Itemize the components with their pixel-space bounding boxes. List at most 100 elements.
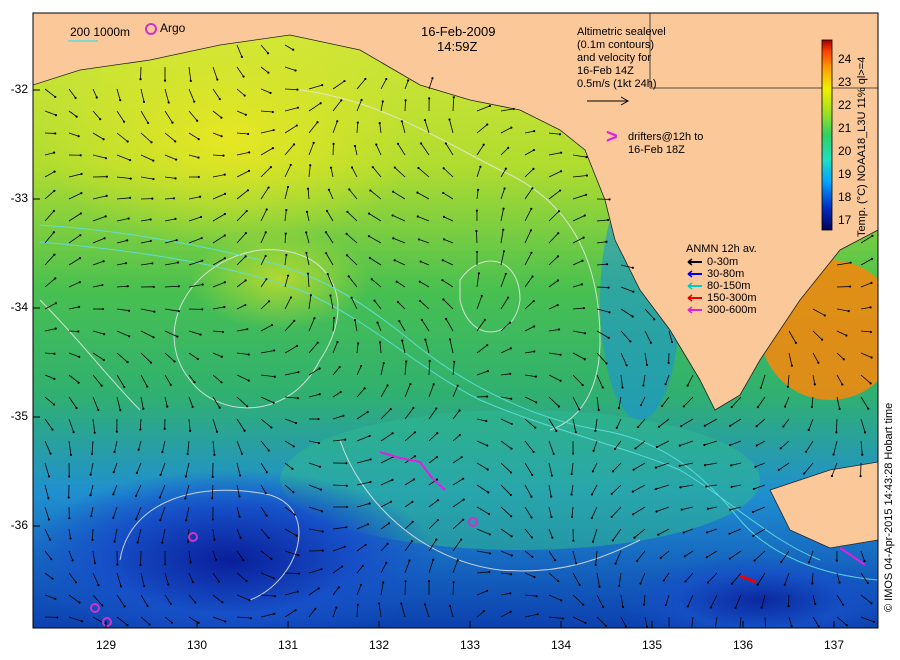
velocity-arrow-head	[605, 362, 608, 365]
velocity-arrow-head	[336, 120, 339, 123]
velocity-arrow-head	[756, 583, 759, 586]
velocity-arrow-head	[102, 260, 105, 263]
velocity-arrow-head	[348, 188, 351, 191]
velocity-arrow-head	[78, 281, 81, 284]
velocity-arrow-head	[530, 207, 533, 210]
velocity-arrow-head	[532, 325, 536, 328]
velocity-arrow-head	[382, 581, 385, 584]
velocity-arrow-head	[317, 441, 321, 445]
velocity-arrow-head	[273, 349, 276, 352]
velocity-arrow-head	[89, 473, 92, 476]
lon-tick: 131	[277, 638, 299, 652]
velocity-arrow-head	[533, 575, 536, 579]
velocity-arrow-head	[126, 239, 129, 242]
velocity-arrow-head	[345, 505, 349, 509]
velocity-arrow-head	[243, 429, 246, 432]
velocity-arrow-head	[333, 316, 336, 320]
velocity-arrow-head	[378, 122, 381, 125]
velocity-arrow-head	[186, 540, 190, 543]
velocity-arrow-head	[67, 496, 70, 499]
anmn-legend-item: 300-600m	[686, 304, 757, 316]
velocity-arrow-head	[635, 559, 639, 563]
velocity-arrow-head	[93, 431, 96, 434]
velocity-arrow-head	[729, 424, 732, 427]
velocity-arrow-head	[814, 602, 817, 606]
velocity-arrow-head	[321, 83, 324, 87]
velocity-arrow-head	[267, 449, 270, 452]
velocity-arrow-head	[193, 381, 196, 384]
velocity-arrow-head	[779, 447, 782, 450]
velocity-arrow-head	[488, 570, 491, 574]
velocity-arrow-head	[417, 166, 420, 170]
velocity-arrow-head	[508, 321, 512, 324]
velocity-arrow-head	[102, 358, 105, 362]
velocity-arrow-head	[582, 603, 585, 606]
velocity-arrow-head	[319, 102, 322, 105]
velocity-arrow-head	[482, 143, 485, 146]
velocity-arrow-head	[531, 275, 534, 278]
velocity-arrow-head	[393, 166, 396, 169]
velocity-arrow-head	[242, 559, 245, 562]
drifters-line: 16-Feb 18Z	[628, 144, 685, 156]
lon-tick: 135	[641, 638, 663, 652]
velocity-arrow-head	[645, 363, 649, 366]
anmn-legend-item: 150-300m	[686, 292, 757, 304]
velocity-arrow-head	[631, 315, 634, 318]
velocity-arrow-head	[848, 285, 852, 288]
velocity-arrow-head	[48, 538, 52, 541]
velocity-arrow-head	[423, 603, 427, 606]
velocity-arrow-head	[294, 421, 298, 425]
velocity-arrow-head	[309, 164, 312, 167]
velocity-arrow-head	[248, 599, 251, 602]
velocity-arrow-head	[753, 559, 756, 562]
velocity-arrow-head	[170, 621, 174, 624]
velocity-arrow-head	[105, 175, 108, 178]
velocity-arrow-head	[223, 281, 226, 284]
velocity-arrow-head	[224, 620, 227, 623]
velocity-arrow-head	[706, 581, 710, 584]
velocity-arrow-head	[313, 317, 316, 320]
velocity-arrow-head	[326, 272, 329, 276]
velocity-arrow-head	[375, 143, 378, 146]
velocity-arrow-head	[532, 300, 535, 303]
velocity-arrow-head	[556, 279, 560, 282]
velocity-arrow-head	[329, 294, 332, 297]
velocity-arrow-head	[639, 582, 642, 585]
velocity-arrow-head	[80, 192, 83, 195]
velocity-arrow-head	[585, 193, 588, 196]
altimetry-line: 16-Feb 14Z	[577, 65, 634, 77]
velocity-arrow-head	[378, 341, 382, 344]
velocity-arrow-head	[171, 121, 174, 124]
velocity-arrow-head	[53, 189, 56, 192]
velocity-arrow-head	[102, 138, 105, 141]
velocity-arrow-head	[703, 464, 707, 467]
velocity-arrow-head	[739, 629, 741, 631]
anmn-legend-label: 300-600m	[707, 304, 757, 316]
velocity-arrow-head	[325, 252, 328, 255]
velocity-arrow-head	[817, 361, 820, 364]
velocity-arrow-head	[444, 317, 448, 320]
velocity-arrow-head	[158, 496, 161, 499]
velocity-arrow-head	[570, 515, 574, 519]
velocity-arrow-head	[296, 344, 299, 348]
velocity-arrow-head	[134, 494, 138, 498]
velocity-arrow-head	[128, 196, 132, 199]
velocity-arrow-head	[706, 507, 710, 510]
velocity-arrow-head	[357, 342, 360, 345]
velocity-arrow-head	[267, 300, 271, 303]
velocity-arrow-head	[100, 384, 103, 387]
velocity-arrow-head	[166, 405, 169, 408]
velocity-arrow-head	[152, 159, 155, 162]
velocity-arrow-head	[509, 347, 512, 350]
velocity-arrow-head	[594, 563, 597, 566]
velocity-arrow-head	[734, 606, 737, 609]
velocity-arrow-head	[531, 555, 534, 558]
velocity-arrow-head	[197, 156, 200, 159]
velocity-arrow-head	[247, 353, 250, 356]
velocity-arrow-head	[452, 96, 455, 99]
velocity-arrow-head	[244, 255, 247, 258]
velocity-arrow-head	[338, 365, 341, 369]
velocity-arrow-head	[78, 601, 81, 604]
velocity-arrow-head	[336, 340, 339, 344]
velocity-arrow-head	[654, 466, 657, 469]
